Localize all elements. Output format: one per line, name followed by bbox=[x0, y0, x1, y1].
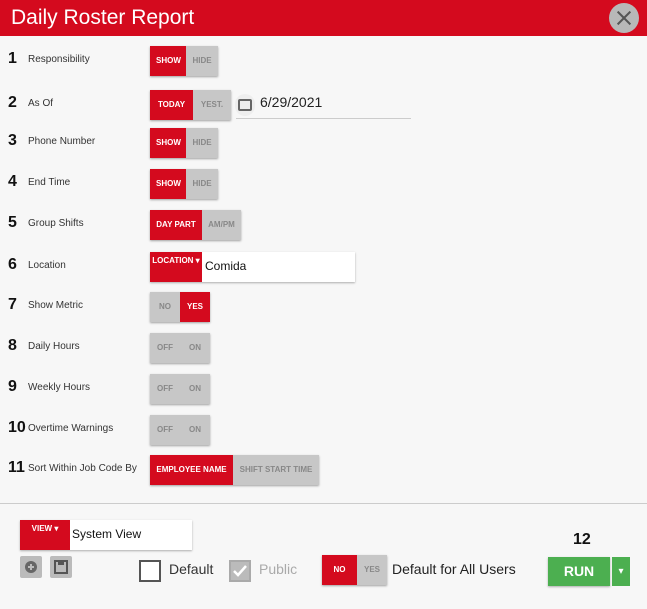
option-hide[interactable]: HIDE bbox=[186, 169, 218, 199]
default-all-users-label: Default for All Users bbox=[392, 561, 516, 577]
row-number: 4 bbox=[8, 173, 17, 190]
location-select[interactable]: LOCATION ▾ Comida bbox=[150, 252, 355, 282]
row-label: Show Metric bbox=[28, 300, 84, 311]
title-bar: Daily Roster Report bbox=[0, 0, 647, 36]
window-title: Daily Roster Report bbox=[11, 6, 195, 29]
option-show[interactable]: SHOW bbox=[150, 128, 186, 158]
row-overtime-warnings: 10 Overtime Warnings OFF ON bbox=[0, 415, 647, 445]
option-hide[interactable]: HIDE bbox=[186, 128, 218, 158]
row-weekly-hours: 9 Weekly Hours OFF ON bbox=[0, 374, 647, 404]
row-label: Group Shifts bbox=[28, 218, 84, 229]
row-number: 8 bbox=[8, 337, 17, 354]
option-today[interactable]: TODAY bbox=[150, 90, 193, 120]
row-label: Overtime Warnings bbox=[28, 423, 114, 434]
toggle-end-time[interactable]: SHOW HIDE bbox=[150, 169, 218, 199]
row-label: Daily Hours bbox=[28, 341, 80, 352]
date-input[interactable]: 6/29/2021 bbox=[260, 94, 322, 110]
row-number: 9 bbox=[8, 378, 17, 395]
row-as-of: 2 As Of TODAY YEST. 6/29/2021 bbox=[0, 90, 647, 120]
option-on[interactable]: ON bbox=[180, 415, 210, 445]
option-employee-name[interactable]: EMPLOYEE NAME bbox=[150, 455, 233, 485]
row-end-time: 4 End Time SHOW HIDE bbox=[0, 169, 647, 199]
row-label: Phone Number bbox=[28, 136, 96, 147]
default-label: Default bbox=[169, 561, 214, 577]
location-button[interactable]: LOCATION ▾ bbox=[150, 252, 202, 282]
date-underline bbox=[236, 118, 411, 119]
option-shift-start-time[interactable]: SHIFT START TIME bbox=[233, 455, 319, 485]
row-daily-hours: 8 Daily Hours OFF ON bbox=[0, 333, 647, 363]
row-label: Weekly Hours bbox=[28, 382, 91, 393]
toggle-phone-number[interactable]: SHOW HIDE bbox=[150, 128, 218, 158]
option-on[interactable]: ON bbox=[180, 333, 210, 363]
row-show-metric: 7 Show Metric NO YES bbox=[0, 292, 647, 322]
row-number: 2 bbox=[8, 94, 17, 111]
row-number: 7 bbox=[8, 296, 17, 313]
close-icon[interactable] bbox=[609, 3, 639, 33]
option-off[interactable]: OFF bbox=[150, 333, 180, 363]
option-yes[interactable]: YES bbox=[357, 555, 387, 585]
option-no[interactable]: NO bbox=[322, 555, 357, 585]
public-checkbox[interactable] bbox=[229, 560, 251, 582]
toggle-default-all-users[interactable]: NO YES bbox=[322, 555, 387, 585]
row-number: 3 bbox=[8, 132, 17, 149]
calendar-icon[interactable] bbox=[235, 94, 255, 116]
option-off[interactable]: OFF bbox=[150, 415, 180, 445]
save-icon bbox=[54, 560, 68, 574]
save-view-button[interactable] bbox=[50, 556, 72, 578]
check-icon bbox=[233, 565, 247, 577]
row-label: Sort Within Job Code By bbox=[28, 463, 137, 474]
toggle-group-shifts[interactable]: DAY PART AM/PM bbox=[150, 210, 241, 240]
option-yes[interactable]: YES bbox=[180, 292, 210, 322]
run-options-button[interactable]: ▾ bbox=[612, 557, 630, 586]
toggle-overtime-warnings[interactable]: OFF ON bbox=[150, 415, 210, 445]
option-day-part[interactable]: DAY PART bbox=[150, 210, 202, 240]
view-select[interactable]: VIEW ▾ System View bbox=[20, 520, 192, 550]
row-location: 6 Location LOCATION ▾ Comida bbox=[0, 252, 647, 282]
row-group-shifts: 5 Group Shifts DAY PART AM/PM bbox=[0, 210, 647, 240]
row-label: As Of bbox=[28, 98, 54, 109]
row-label: Responsibility bbox=[28, 54, 90, 65]
row-number: 10 bbox=[8, 419, 26, 436]
option-off[interactable]: OFF bbox=[150, 374, 180, 404]
option-show[interactable]: SHOW bbox=[150, 46, 186, 76]
location-value: Comida bbox=[205, 259, 247, 273]
row-number: 1 bbox=[8, 50, 17, 67]
row-phone-number: 3 Phone Number SHOW HIDE bbox=[0, 128, 647, 158]
run-button[interactable]: RUN bbox=[548, 557, 610, 586]
toggle-show-metric[interactable]: NO YES bbox=[150, 292, 210, 322]
row-number: 6 bbox=[8, 256, 17, 273]
step-number: 12 bbox=[573, 531, 591, 548]
option-on[interactable]: ON bbox=[180, 374, 210, 404]
toggle-responsibility[interactable]: SHOW HIDE bbox=[150, 46, 218, 76]
toggle-sort[interactable]: EMPLOYEE NAME SHIFT START TIME bbox=[150, 455, 319, 485]
row-label: Location bbox=[28, 260, 66, 271]
option-yest[interactable]: YEST. bbox=[193, 90, 231, 120]
row-responsibility: 1 Responsibility SHOW HIDE bbox=[0, 46, 647, 76]
row-number: 11 bbox=[8, 459, 25, 476]
toggle-daily-hours[interactable]: OFF ON bbox=[150, 333, 210, 363]
public-label: Public bbox=[259, 561, 298, 577]
row-number: 5 bbox=[8, 214, 17, 231]
option-hide[interactable]: HIDE bbox=[186, 46, 218, 76]
toggle-as-of[interactable]: TODAY YEST. bbox=[150, 90, 231, 120]
row-sort-within-job-code: 11 Sort Within Job Code By EMPLOYEE NAME… bbox=[0, 455, 647, 485]
default-checkbox[interactable] bbox=[139, 560, 161, 582]
view-button[interactable]: VIEW ▾ bbox=[20, 520, 70, 550]
plus-circle-icon bbox=[25, 561, 37, 573]
view-value: System View bbox=[72, 527, 142, 541]
footer-divider bbox=[0, 503, 647, 504]
row-label: End Time bbox=[28, 177, 71, 188]
option-show[interactable]: SHOW bbox=[150, 169, 186, 199]
toggle-weekly-hours[interactable]: OFF ON bbox=[150, 374, 210, 404]
option-no[interactable]: NO bbox=[150, 292, 180, 322]
option-am-pm[interactable]: AM/PM bbox=[202, 210, 241, 240]
add-view-button[interactable] bbox=[20, 556, 42, 578]
